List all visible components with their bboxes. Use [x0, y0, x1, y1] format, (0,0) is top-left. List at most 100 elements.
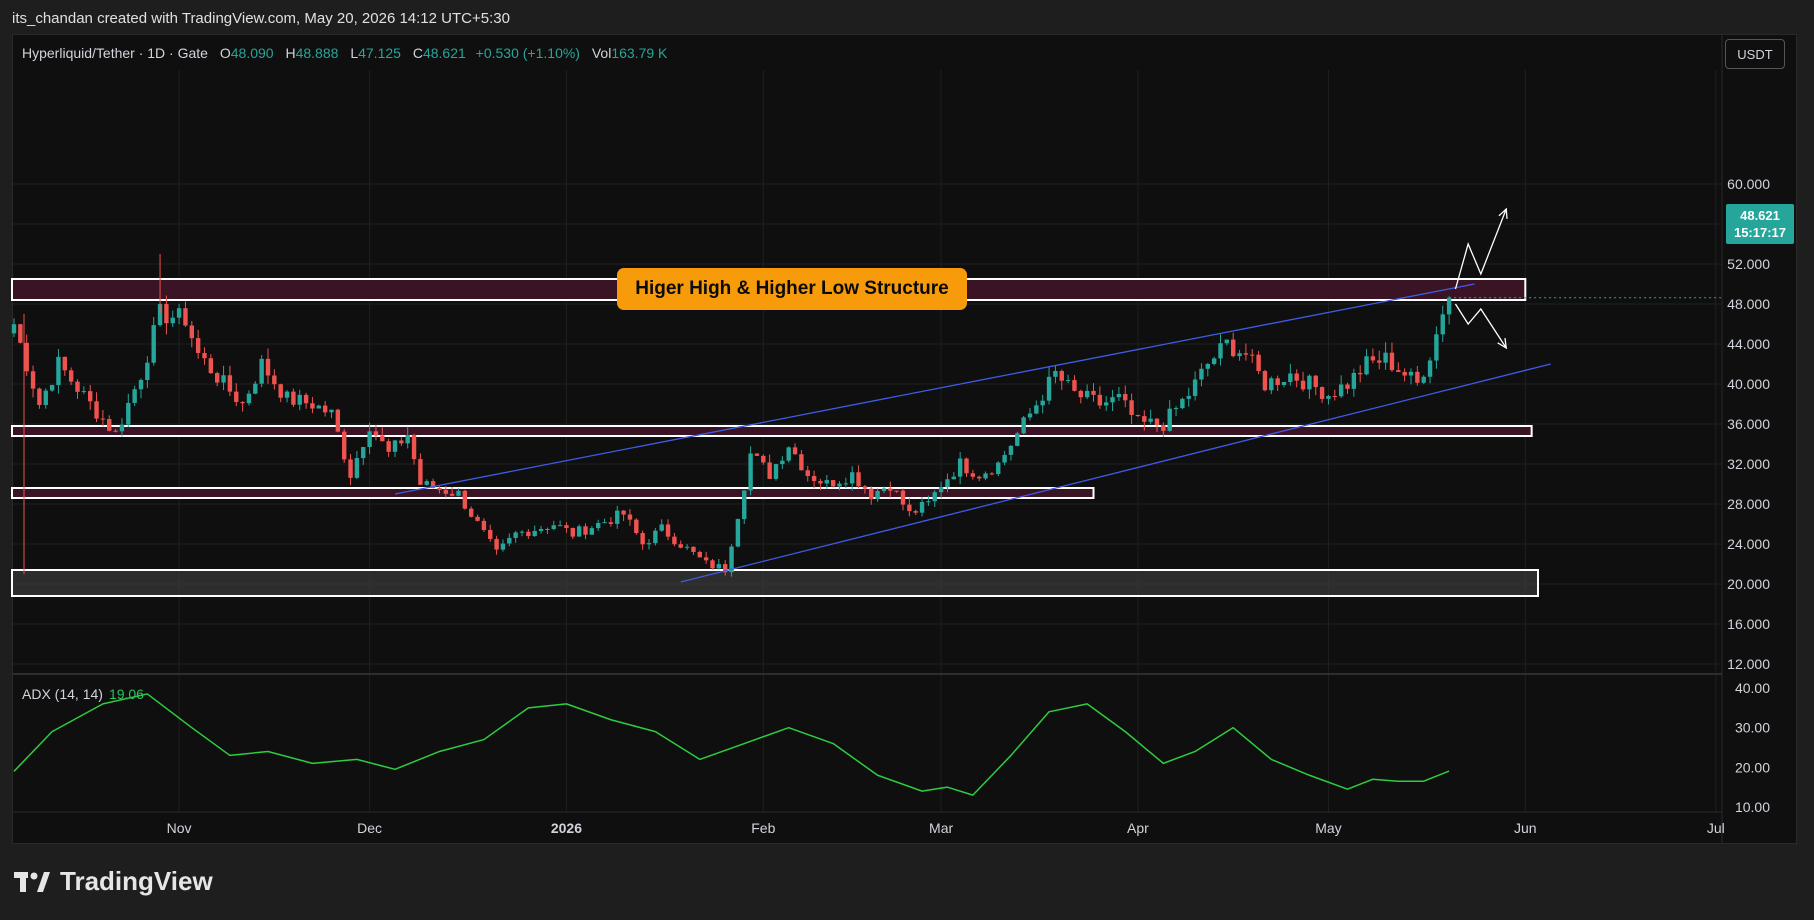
candle-body: [272, 375, 277, 385]
candle-body: [843, 483, 849, 485]
candle-body: [1319, 387, 1325, 399]
candle-body: [1211, 358, 1217, 364]
adx-label: ADX (14, 14): [22, 686, 103, 702]
zone-support-1: [11, 425, 1533, 437]
y-tick-label: 20.000: [1727, 576, 1770, 592]
candle-body: [1281, 381, 1287, 386]
candle-body: [208, 358, 214, 374]
x-tick-label: Jun: [1514, 820, 1537, 836]
y-tick-label: 48.000: [1727, 296, 1770, 312]
candle-body: [1262, 371, 1268, 391]
candle-body: [462, 490, 468, 509]
candle-body: [164, 304, 169, 324]
candle-body: [11, 324, 17, 334]
brand-name: TradingView: [60, 866, 213, 896]
adx-y-tick-label: 40.00: [1735, 680, 1770, 696]
adx-y-tick-label: 30.00: [1735, 720, 1770, 736]
candle-body: [1161, 424, 1166, 431]
candle-body: [88, 391, 93, 402]
x-tick-label: 2026: [551, 820, 582, 836]
candle-body: [449, 493, 455, 496]
candle-body: [405, 434, 410, 444]
tradingview-brand[interactable]: TradingView: [14, 866, 213, 897]
arrow-head-icon: [1497, 337, 1508, 350]
candle-body: [1446, 297, 1452, 315]
candle-body: [811, 476, 817, 482]
candle-body: [202, 353, 207, 359]
candle-body: [830, 480, 836, 487]
structure-annotation[interactable]: Higer High & Higher Low Structure: [617, 268, 967, 310]
candle-body: [888, 488, 893, 491]
candle-body: [329, 409, 334, 413]
price-chart-svg[interactable]: 60.00056.00052.00048.00044.00040.00036.0…: [0, 0, 1814, 920]
candle-body: [303, 394, 309, 404]
candle-body: [1338, 384, 1344, 397]
candle-body: [1402, 371, 1407, 376]
candle-body: [1427, 360, 1433, 377]
candle-body: [1072, 380, 1077, 391]
candle-body: [221, 375, 226, 383]
candle-body: [475, 516, 480, 521]
candle-body: [189, 325, 194, 339]
candle-body: [1358, 372, 1363, 375]
candle-body: [456, 490, 461, 496]
candle-body: [1180, 398, 1185, 409]
candle-body: [742, 490, 747, 520]
candle-body: [265, 358, 271, 376]
candle-body: [634, 519, 639, 534]
candle-body: [1269, 378, 1274, 391]
candle-body: [926, 501, 931, 503]
candle-body: [576, 526, 582, 537]
candle-body: [862, 486, 868, 489]
candle-body: [1326, 395, 1331, 399]
candle-body: [1300, 380, 1306, 390]
candle-body: [1091, 390, 1096, 395]
candle-body: [1034, 405, 1039, 414]
candle-body: [1123, 394, 1128, 401]
candle-body: [894, 490, 899, 492]
channel-line-upper: [394, 283, 1475, 495]
low-value: 47.125: [358, 45, 401, 61]
symbol-title: Hyperliquid/Tether · 1D · Gate: [22, 45, 208, 61]
channel-line-lower: [680, 363, 1551, 583]
candle-body: [1389, 352, 1395, 371]
candle-body: [684, 546, 690, 548]
candle-body: [1440, 314, 1445, 335]
projection-path-bullish: [1454, 208, 1507, 290]
candle-body: [348, 459, 353, 478]
candle-body: [1104, 402, 1109, 406]
candle-body: [1231, 339, 1236, 357]
candle-body: [1421, 376, 1426, 383]
candle-body: [284, 391, 290, 398]
candle-body: [697, 551, 702, 558]
y-tick-label: 32.000: [1727, 456, 1770, 472]
y-tick-label: 60.000: [1727, 176, 1770, 192]
candle-body: [665, 524, 671, 537]
volume-label: Vol: [591, 45, 612, 61]
candle-body: [1065, 380, 1071, 382]
last-price-tag: 48.621 15:17:17: [1726, 204, 1794, 244]
candle-body: [411, 434, 417, 460]
candle-body: [126, 402, 131, 425]
candle-body: [653, 530, 658, 544]
candle-body: [570, 527, 575, 537]
candle-body: [132, 389, 137, 403]
candle-body: [443, 489, 448, 494]
x-tick-label: Dec: [357, 820, 382, 836]
candle-body: [1415, 371, 1420, 383]
candle-body: [1192, 379, 1198, 396]
candle-body: [538, 528, 544, 532]
candle-body: [869, 488, 874, 500]
candle-body: [138, 379, 144, 390]
ohlc-legend: Hyperliquid/Tether · 1D · Gate O48.090 H…: [22, 45, 667, 61]
candle-body: [113, 430, 118, 432]
candle-body: [253, 383, 258, 394]
currency-button[interactable]: USDT: [1725, 39, 1785, 69]
candle-body: [938, 487, 944, 493]
y-tick-label: 24.000: [1727, 536, 1770, 552]
candle-body: [1053, 371, 1058, 377]
candle-body: [107, 419, 112, 431]
candle-body: [691, 546, 696, 552]
candle-body: [335, 409, 341, 432]
candle-body: [1129, 400, 1134, 415]
